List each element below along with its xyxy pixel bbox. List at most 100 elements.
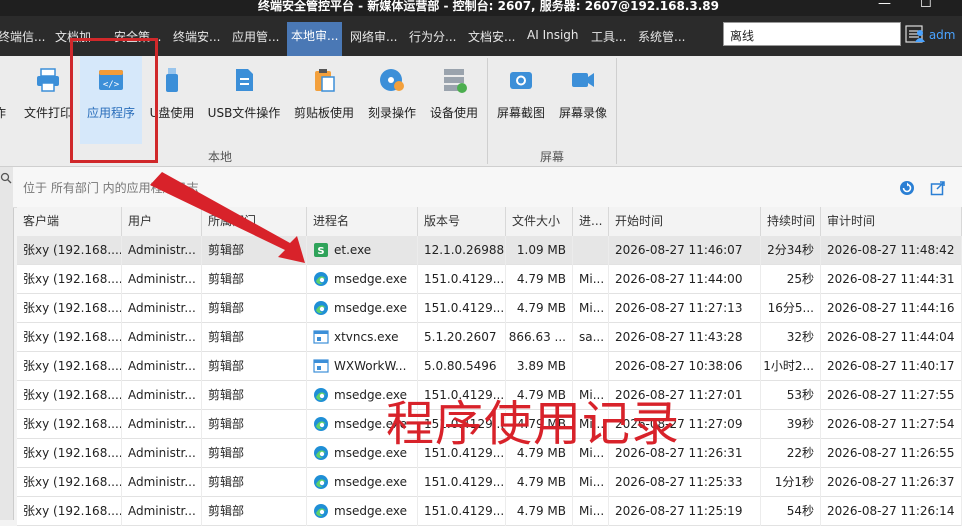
column-header[interactable]: 进...	[573, 207, 609, 236]
ribbon-label: 作	[0, 104, 10, 121]
cell-text: 2026-08-27 11:46:07	[615, 243, 743, 257]
table-cell-start: 2026-08-27 11:46:07	[609, 236, 761, 265]
ribbon-usb-file-button[interactable]: USB文件操作	[205, 56, 283, 144]
left-panel-collapsed[interactable]	[0, 167, 14, 520]
cell-text: 2026-08-27 11:26:55	[827, 446, 955, 460]
table-row[interactable]: 张xy (192.168.... Administr... 剪辑部 msedge.ex…	[17, 294, 962, 323]
ribbon-device-button[interactable]: 设备使用	[426, 56, 482, 144]
menu-item-network-audit[interactable]: 网络审...	[350, 28, 397, 45]
table-cell-user: Administr...	[122, 410, 202, 439]
table-cell-dept: 剪辑部	[202, 323, 307, 352]
table-row[interactable]: 张xy (192.168.... Administr... 剪辑部 msedge.ex…	[17, 265, 962, 294]
ribbon-clipboard-button[interactable]: 剪贴板使用	[290, 56, 358, 144]
column-header[interactable]: 开始时间	[609, 207, 761, 236]
refresh-icon[interactable]	[899, 180, 915, 196]
cell-text: 2026-08-27 11:44:00	[615, 272, 743, 286]
ribbon-screenshot-button[interactable]: 屏幕截图	[493, 56, 549, 144]
clipboard-icon	[315, 69, 335, 92]
search-icon[interactable]	[0, 172, 12, 184]
cell-text: 16分5...	[767, 301, 814, 315]
table-row[interactable]: 张xy (192.168.... Administr... 剪辑部 msedge.ex…	[17, 468, 962, 497]
column-header[interactable]: 持续时间	[761, 207, 821, 236]
menu-item-system-management[interactable]: 系统管...	[638, 28, 685, 45]
table-cell-audit: 2026-08-27 11:26:37	[821, 468, 962, 497]
table-row[interactable]: 张xy (192.168.... Administr... 剪辑部 xtvncs.ex…	[17, 323, 962, 352]
column-header[interactable]: 文件大小	[506, 207, 573, 236]
ribbon-file-print-button[interactable]: 文件打印	[22, 56, 74, 144]
ribbon-label: USB文件操作	[207, 106, 281, 120]
menu-item-behavior-analysis[interactable]: 行为分...	[409, 28, 456, 45]
column-header[interactable]: 客户端	[17, 207, 122, 236]
menu-item-doc-security[interactable]: 文档安...	[468, 28, 515, 45]
usb-file-icon	[236, 69, 253, 91]
cell-text: 12.1.0.26988	[424, 243, 505, 257]
cell-text: WXWorkW...	[334, 359, 407, 373]
cell-text: 剪辑部	[208, 446, 245, 460]
cell-text: 25秒	[786, 272, 814, 286]
column-header[interactable]: 进程名	[307, 207, 418, 236]
column-header[interactable]: 所属部门	[202, 207, 307, 236]
menu-item-app-management[interactable]: 应用管...	[232, 28, 279, 45]
table-cell-start: 2026-08-27 11:44:00	[609, 265, 761, 294]
menu-item-terminal-info[interactable]: 终端信...	[0, 28, 45, 45]
table-cell-audit: 2026-08-27 11:27:54	[821, 410, 962, 439]
table-cell-size: 866.63 ...	[506, 323, 573, 352]
user-menu[interactable]: adm	[915, 28, 956, 42]
printer-icon	[37, 68, 59, 92]
cell-text: 剪辑部	[208, 417, 245, 431]
ribbon-partial-button[interactable]: 作	[0, 56, 10, 144]
cell-text: Administr...	[128, 417, 196, 431]
table-cell-audit: 2026-08-27 11:48:42	[821, 236, 962, 265]
export-icon[interactable]	[930, 180, 946, 196]
table-cell-pub: sa...	[573, 323, 609, 352]
table-cell-dept: 剪辑部	[202, 352, 307, 381]
usb-drive-icon	[166, 68, 178, 92]
table-cell-dur: 25秒	[761, 265, 821, 294]
table-cell-client: 张xy (192.168....	[17, 439, 122, 468]
table-cell-user: Administr...	[122, 497, 202, 526]
annotation-label: 程序使用记录	[386, 396, 681, 452]
table-cell-proc: msedge.exe	[307, 294, 418, 323]
cell-text: Mi...	[579, 301, 605, 315]
cell-text: Administr...	[128, 243, 196, 257]
table-cell-size: 4.79 MB	[506, 497, 573, 526]
menu-item-ai-insight[interactable]: AI Insigh	[527, 28, 579, 42]
table-cell-proc: xtvncs.exe	[307, 323, 418, 352]
cell-text: 4.79 MB	[516, 272, 566, 286]
ribbon-disc-burn-button[interactable]: 刻录操作	[364, 56, 420, 144]
cell-text: Mi...	[579, 504, 605, 518]
cell-text: Mi...	[579, 272, 605, 286]
screen-record-icon	[572, 73, 594, 87]
highlight-box	[70, 38, 158, 163]
cell-text: 32秒	[786, 330, 814, 344]
ribbon-screen-record-button[interactable]: 屏幕录像	[555, 56, 611, 144]
menu-item-tools[interactable]: 工具...	[591, 28, 626, 45]
cell-text: Administr...	[128, 446, 196, 460]
table-cell-dept: 剪辑部	[202, 439, 307, 468]
cell-text: 1.09 MB	[516, 243, 566, 257]
search-input[interactable]: 离线	[723, 22, 901, 46]
menu-item-terminal-security[interactable]: 终端安...	[173, 28, 220, 45]
menu-item-local-audit[interactable]: 本地审...	[287, 22, 343, 56]
minimize-button[interactable]: —	[878, 0, 891, 11]
table-row[interactable]: 张xy (192.168.... Administr... 剪辑部 Set.exe 12…	[17, 236, 962, 265]
column-header[interactable]: 用户	[122, 207, 202, 236]
table-cell-client: 张xy (192.168....	[17, 352, 122, 381]
cell-text: Administr...	[128, 504, 196, 518]
column-header[interactable]: 审计时间	[821, 207, 962, 236]
app-log-table: 客户端 用户 所属部门 进程名 版本号 文件大小 进... 开始时间 持续时间 …	[17, 207, 962, 526]
cell-text: Mi...	[579, 475, 605, 489]
table-cell-proc: msedge.exe	[307, 265, 418, 294]
table-cell-audit: 2026-08-27 11:44:04	[821, 323, 962, 352]
table-row[interactable]: 张xy (192.168.... Administr... 剪辑部 msedge.ex…	[17, 497, 962, 526]
table-cell-client: 张xy (192.168....	[17, 323, 122, 352]
cell-text: 张xy (192.168....	[23, 504, 122, 518]
column-header[interactable]: 版本号	[418, 207, 506, 236]
group-separator	[487, 58, 488, 164]
cell-text: Administr...	[128, 359, 196, 373]
table-row[interactable]: 张xy (192.168.... Administr... 剪辑部 WXWorkW..…	[17, 352, 962, 381]
maximize-button[interactable]: ☐	[920, 0, 932, 11]
table-cell-start: 2026-08-27 10:38:06	[609, 352, 761, 381]
table-header: 客户端 用户 所属部门 进程名 版本号 文件大小 进... 开始时间 持续时间 …	[17, 207, 962, 237]
table-cell-dept: 剪辑部	[202, 381, 307, 410]
